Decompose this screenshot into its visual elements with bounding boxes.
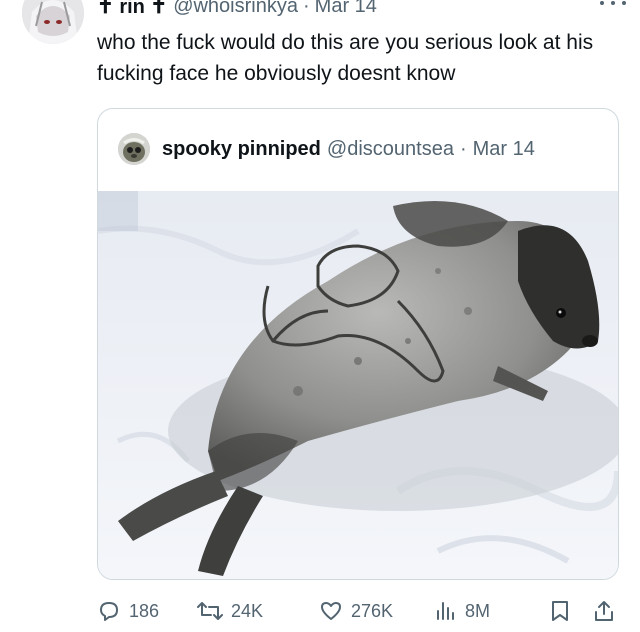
quoted-header-separator: ·	[459, 137, 467, 160]
quoted-author-avatar[interactable]	[118, 133, 150, 165]
seal-photo	[98, 191, 618, 579]
quoted-author-name[interactable]: spooky pinniped	[162, 138, 321, 161]
reply-button[interactable]: 186	[97, 596, 159, 626]
tweet-header: ✝ rin ✝ @whoisrinkya · Mar 14	[97, 0, 377, 18]
retweet-button[interactable]: 24K	[197, 596, 263, 626]
reply-count: 186	[129, 600, 160, 621]
author-avatar[interactable]	[22, 0, 84, 44]
bookmark-icon	[549, 599, 571, 623]
views-icon	[435, 599, 457, 623]
tweet-text: who the fuck would do this are you serio…	[97, 31, 594, 85]
bookmark-button[interactable]	[549, 596, 571, 626]
share-button[interactable]	[593, 596, 615, 626]
share-icon	[593, 599, 615, 623]
views-button[interactable]: 8M	[435, 596, 490, 626]
reply-icon	[97, 599, 121, 623]
quoted-author-handle[interactable]: @discountsea	[327, 138, 454, 161]
retweet-icon	[197, 599, 223, 623]
quoted-tweet-header: spooky pinniped @discountsea · Mar 14	[118, 131, 535, 167]
views-count: 8M	[465, 600, 491, 621]
retweet-count: 24K	[231, 600, 264, 621]
more-options-icon[interactable]	[600, 0, 626, 10]
author-handle[interactable]: @whoisrinkya	[173, 0, 298, 18]
like-button[interactable]: 276K	[319, 596, 393, 626]
tweet-date[interactable]: Mar 14	[315, 0, 377, 18]
heart-icon	[319, 599, 343, 623]
header-separator: ·	[302, 0, 310, 17]
quoted-tweet-date[interactable]: Mar 14	[473, 138, 535, 161]
like-count: 276K	[351, 600, 394, 621]
action-bar: 186 24K 276K 8M	[97, 596, 617, 626]
author-name[interactable]: ✝ rin ✝	[97, 0, 167, 19]
quoted-tweet-image[interactable]	[98, 191, 618, 579]
quoted-tweet[interactable]: spooky pinniped @discountsea · Mar 14	[97, 108, 619, 580]
